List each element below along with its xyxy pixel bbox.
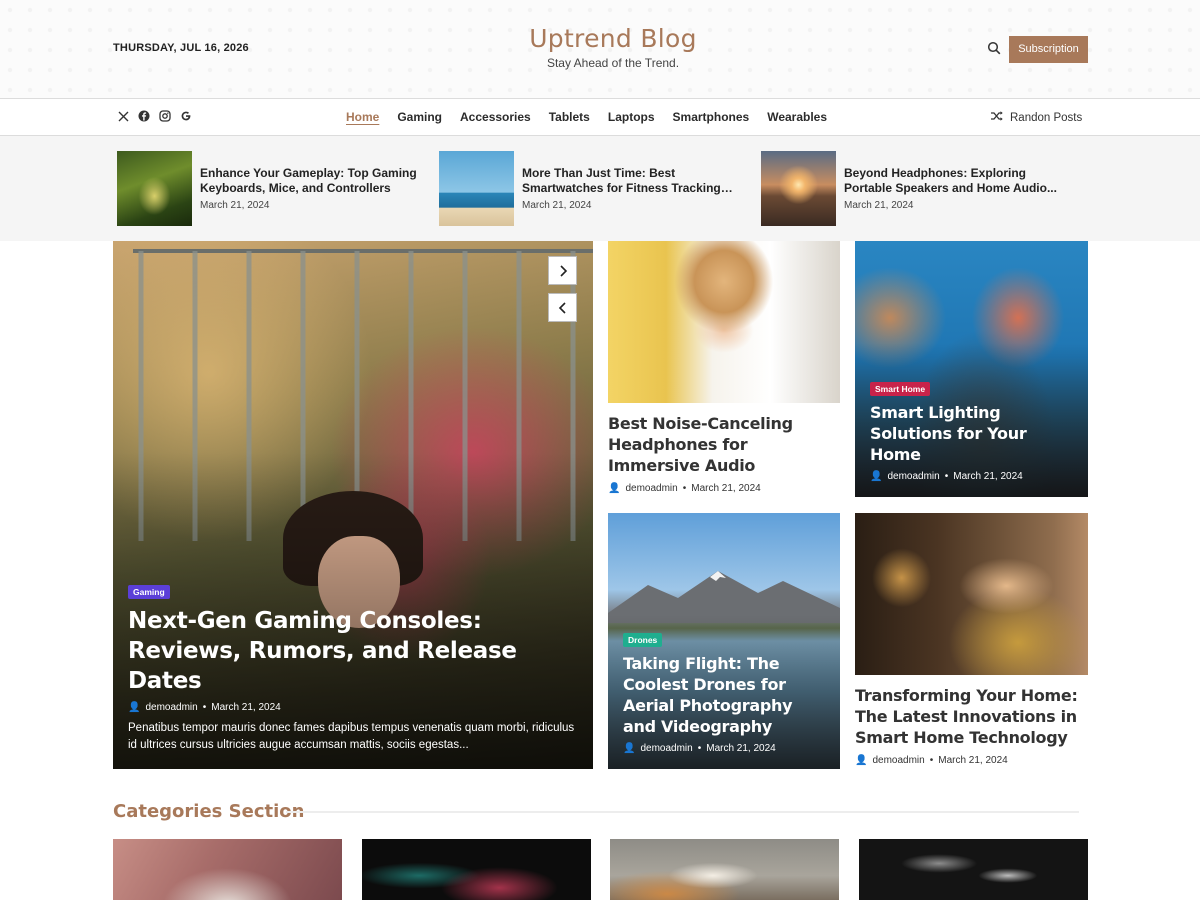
nav-item-gaming[interactable]: Gaming <box>397 110 442 124</box>
site-header: THURSDAY, JUL 16, 2026 Uptrend Blog Stay… <box>0 0 1200 98</box>
ticker-thumbnail-sunset[interactable] <box>761 151 836 226</box>
random-posts-label: Randon Posts <box>1010 111 1083 124</box>
post-card[interactable]: Transforming Your Home: The Latest Innov… <box>855 513 1088 773</box>
category-badge[interactable]: Smart Home <box>870 382 931 396</box>
nav-item-home[interactable]: Home <box>346 110 379 124</box>
x-icon[interactable] <box>117 110 129 122</box>
ticker-item[interactable]: Enhance Your Gameplay: Top Gaming Keyboa… <box>117 151 427 226</box>
user-icon: 👤 <box>870 471 883 482</box>
category-card[interactable] <box>362 839 591 900</box>
search-icon[interactable] <box>987 41 1003 57</box>
section-divider <box>286 811 1079 813</box>
category-badge[interactable]: Drones <box>623 633 663 647</box>
post-card[interactable]: Smart Home Smart Lighting Solutions for … <box>855 241 1088 497</box>
category-card[interactable] <box>859 839 1088 900</box>
user-icon: 👤 <box>128 702 141 713</box>
subscription-button[interactable]: Subscription <box>1009 36 1088 63</box>
main-navigation: Home Gaming Accessories Tablets Laptops … <box>0 98 1200 136</box>
site-branding: Uptrend Blog Stay Ahead of the Trend. <box>450 24 776 70</box>
trending-ticker: Enhance Your Gameplay: Top Gaming Keyboa… <box>0 136 1200 241</box>
post-author[interactable]: demoadmin <box>145 702 197 713</box>
post-image <box>855 513 1088 675</box>
featured-excerpt: Penatibus tempor mauris donec fames dapi… <box>128 722 575 751</box>
featured-title[interactable]: Next-Gen Gaming Consoles: Reviews, Rumor… <box>128 606 578 696</box>
post-author[interactable]: demoadmin <box>625 483 677 494</box>
post-card[interactable]: Drones Taking Flight: The Coolest Drones… <box>608 513 840 769</box>
nav-item-smartphones[interactable]: Smartphones <box>673 110 750 124</box>
post-title[interactable]: Taking Flight: The Coolest Drones for Ae… <box>623 653 825 737</box>
featured-post-card[interactable]: Gaming Next-Gen Gaming Consoles: Reviews… <box>113 241 593 769</box>
post-author[interactable]: demoadmin <box>887 471 939 482</box>
user-icon: 👤 <box>855 755 868 766</box>
nav-item-wearables[interactable]: Wearables <box>767 110 827 124</box>
ticker-date: March 21, 2024 <box>844 200 914 211</box>
site-title[interactable]: Uptrend Blog <box>450 24 776 53</box>
nav-item-tablets[interactable]: Tablets <box>549 110 590 124</box>
ticker-thumbnail-forest[interactable] <box>117 151 192 226</box>
ticker-date: March 21, 2024 <box>200 200 270 211</box>
post-author[interactable]: demoadmin <box>872 755 924 766</box>
category-card[interactable] <box>113 839 342 900</box>
user-icon: 👤 <box>623 743 636 754</box>
random-posts-link[interactable]: Randon Posts <box>990 110 1082 125</box>
post-title[interactable]: Transforming Your Home: The Latest Innov… <box>855 685 1088 748</box>
facebook-icon[interactable] <box>138 110 150 122</box>
primary-menu: Home Gaming Accessories Tablets Laptops … <box>346 110 827 124</box>
ticker-item[interactable]: More Than Just Time: Best Smartwatches f… <box>439 151 749 226</box>
chevron-right-icon <box>559 264 567 277</box>
site-tagline: Stay Ahead of the Trend. <box>546 56 680 70</box>
post-date: March 21, 2024 <box>211 702 281 713</box>
slider-prev-button[interactable] <box>548 293 577 322</box>
slider-next-button[interactable] <box>548 256 577 285</box>
post-title[interactable]: Smart Lighting Solutions for Your Home <box>870 402 1073 465</box>
post-date: March 21, 2024 <box>953 471 1023 482</box>
category-badge[interactable]: Gaming <box>128 585 170 599</box>
ticker-title[interactable]: Enhance Your Gameplay: Top Gaming Keyboa… <box>200 166 422 196</box>
ticker-title[interactable]: More Than Just Time: Best Smartwatches f… <box>522 166 744 196</box>
post-image <box>608 241 840 403</box>
user-icon: 👤 <box>608 483 621 494</box>
post-author[interactable]: demoadmin <box>640 743 692 754</box>
category-card[interactable] <box>610 839 839 900</box>
post-date: March 21, 2024 <box>691 483 761 494</box>
social-links <box>117 110 192 122</box>
nav-item-accessories[interactable]: Accessories <box>460 110 531 124</box>
google-icon[interactable] <box>180 110 192 122</box>
current-date: THURSDAY, JUL 16, 2026 <box>113 42 249 54</box>
post-date: March 21, 2024 <box>938 755 1008 766</box>
post-date: March 21, 2024 <box>706 743 776 754</box>
post-title[interactable]: Best Noise-Canceling Headphones for Imme… <box>608 413 840 476</box>
ticker-item[interactable]: Beyond Headphones: Exploring Portable Sp… <box>761 151 1071 226</box>
instagram-icon[interactable] <box>159 110 171 122</box>
mountain-illustration <box>608 571 840 623</box>
nav-item-laptops[interactable]: Laptops <box>608 110 655 124</box>
shuffle-icon <box>990 110 1004 125</box>
chevron-left-icon <box>558 301 566 314</box>
categories-heading: Categories Section <box>113 801 305 822</box>
post-card[interactable]: Best Noise-Canceling Headphones for Imme… <box>608 241 840 501</box>
ticker-date: March 21, 2024 <box>522 200 592 211</box>
ticker-thumbnail-beach[interactable] <box>439 151 514 226</box>
ticker-title[interactable]: Beyond Headphones: Exploring Portable Sp… <box>844 166 1066 196</box>
